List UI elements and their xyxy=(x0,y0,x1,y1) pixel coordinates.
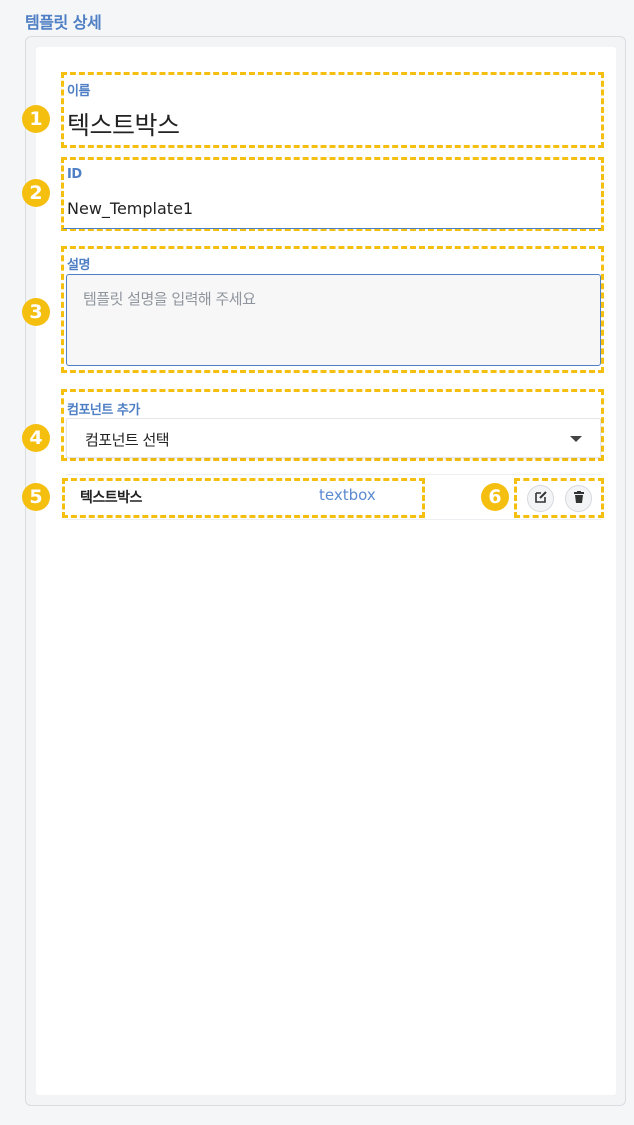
edit-button[interactable] xyxy=(527,485,554,512)
id-section-highlight xyxy=(61,157,604,231)
id-label: ID xyxy=(67,167,82,182)
id-input-underline xyxy=(63,228,601,229)
description-placeholder: 템플릿 설명을 입력해 주세요 xyxy=(83,290,256,308)
edit-icon xyxy=(534,489,548,508)
badge-1: 1 xyxy=(22,105,50,133)
component-select[interactable]: 컴포넌트 선택 xyxy=(66,418,601,458)
component-select-value: 컴포넌트 선택 xyxy=(85,431,170,449)
component-add-label: 컴포넌트 추가 xyxy=(67,403,140,418)
badge-2: 2 xyxy=(22,179,50,207)
trash-icon xyxy=(572,489,586,508)
component-item-highlight xyxy=(62,478,425,518)
delete-button[interactable] xyxy=(565,485,592,512)
id-input[interactable]: New_Template1 xyxy=(67,199,193,218)
badge-3: 3 xyxy=(22,298,50,326)
badge-4: 4 xyxy=(22,424,50,452)
name-label: 이름 xyxy=(67,84,90,99)
description-textarea[interactable]: 템플릿 설명을 입력해 주세요 xyxy=(66,274,601,366)
description-label: 설명 xyxy=(67,258,90,273)
chevron-down-icon xyxy=(570,436,582,442)
badge-6: 6 xyxy=(481,483,509,511)
name-value[interactable]: 텍스트박스 xyxy=(67,106,180,142)
page-title: 템플릿 상세 xyxy=(25,13,102,32)
badge-5: 5 xyxy=(22,483,50,511)
